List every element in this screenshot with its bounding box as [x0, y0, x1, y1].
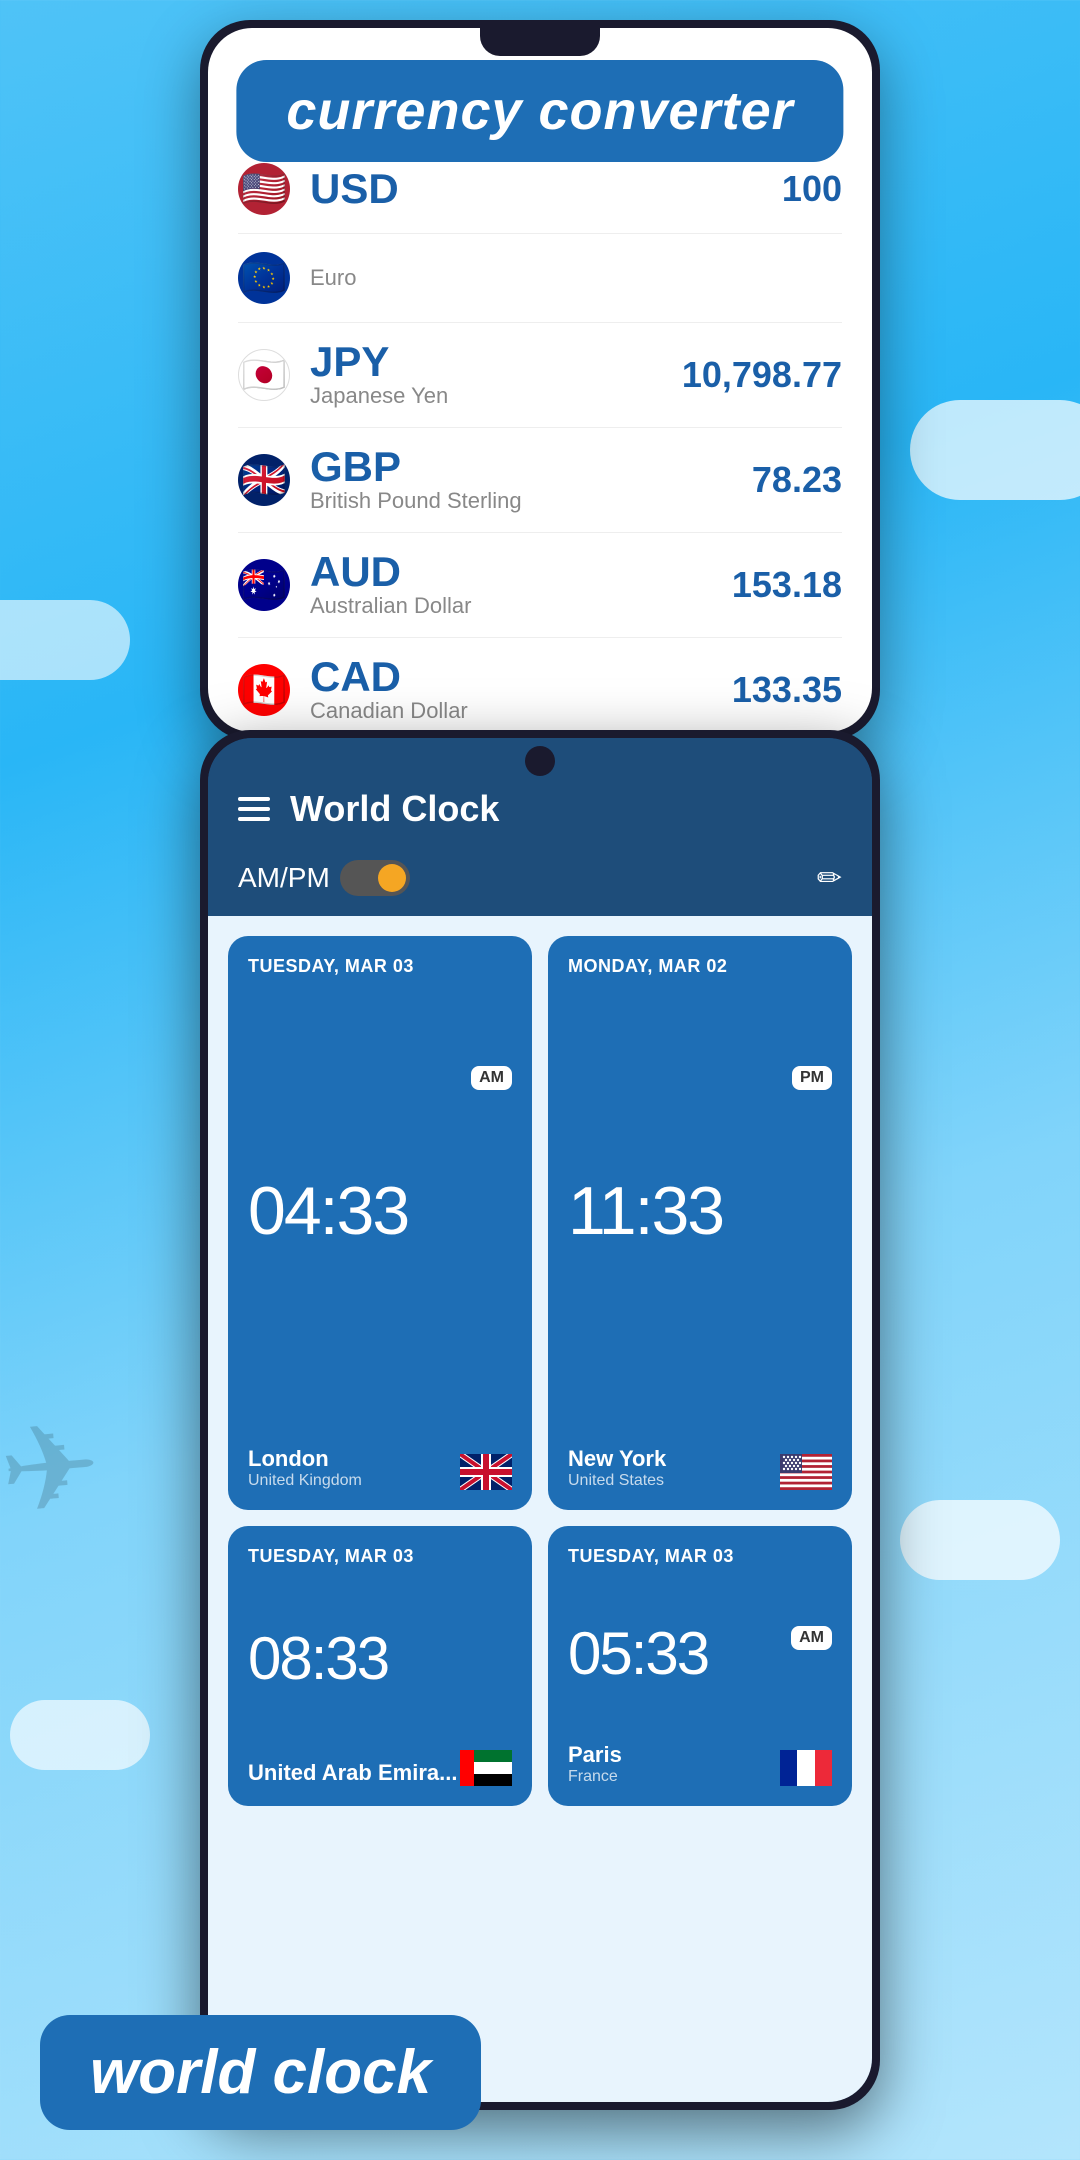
- hamburger-line-3: [238, 817, 270, 821]
- currency-code-aud: AUD: [310, 551, 732, 593]
- paris-ampm: AM: [791, 1626, 832, 1650]
- currency-info-gbp: GBP British Pound Sterling: [310, 446, 752, 514]
- currency-value-jpy: 10,798.77: [682, 354, 842, 396]
- newyork-time: 11:33: [568, 987, 832, 1436]
- world-clock-title: World Clock: [290, 788, 499, 830]
- bg-cloud-1: [910, 400, 1080, 500]
- world-clock-banner-text: world clock: [90, 2038, 431, 2107]
- uae-date: TUESDAY, MAR 03: [248, 1546, 512, 1567]
- world-clock-phone: World Clock AM/PM ✏ TUESDAY, MAR 03 04:3…: [200, 730, 880, 2110]
- currency-row-eur: Euro: [238, 234, 842, 323]
- paris-country: France: [568, 1768, 622, 1786]
- bg-cloud-4: [10, 1700, 150, 1770]
- newyork-location: New York United States: [568, 1446, 666, 1490]
- currency-code-cad: CAD: [310, 656, 732, 698]
- london-footer: London United Kingdom: [248, 1446, 512, 1490]
- currency-code-usd: USD: [310, 168, 782, 210]
- currency-info-jpy: JPY Japanese Yen: [310, 341, 682, 409]
- newyork-footer: New York United States: [568, 1446, 832, 1490]
- currency-row-cad: CAD Canadian Dollar 133.35: [238, 638, 842, 732]
- ampm-label: AM/PM: [238, 862, 330, 894]
- currency-banner-text: currency converter: [286, 81, 793, 141]
- london-location: London United Kingdom: [248, 1446, 362, 1490]
- currency-name-gbp: British Pound Sterling: [310, 488, 752, 514]
- flag-gbp: [238, 454, 290, 506]
- ampm-toggle[interactable]: [340, 860, 410, 896]
- currency-name-eur: Euro: [310, 265, 842, 291]
- london-country: United Kingdom: [248, 1472, 362, 1490]
- edit-icon[interactable]: ✏: [817, 861, 842, 896]
- newyork-date: MONDAY, MAR 02: [568, 956, 832, 977]
- currency-info-eur: Euro: [310, 265, 842, 291]
- uae-city: United Arab Emira...: [248, 1760, 457, 1786]
- currency-converter-banner: currency converter: [236, 60, 843, 162]
- toggle-dot: [378, 864, 406, 892]
- ampm-toggle-bar: AM/PM ✏: [208, 850, 872, 916]
- hamburger-line-2: [238, 807, 270, 811]
- currency-row-aud: AUD Australian Dollar 153.18: [238, 533, 842, 638]
- world-clock-banner: world clock: [40, 2015, 481, 2130]
- clock-card-uae: TUESDAY, MAR 03 08:33 United Arab Emira.…: [228, 1526, 532, 1806]
- airplane-decoration: ✈: [0, 1396, 106, 1543]
- menu-icon[interactable]: [238, 797, 270, 821]
- uk-flag: [460, 1454, 512, 1490]
- flag-eur: [238, 252, 290, 304]
- flag-jpy: [238, 349, 290, 401]
- currency-info-cad: CAD Canadian Dollar: [310, 656, 732, 724]
- currency-code-jpy: JPY: [310, 341, 682, 383]
- clock-grid: TUESDAY, MAR 03 04:33 AM London United K…: [208, 916, 872, 2102]
- currency-value-gbp: 78.23: [752, 459, 842, 501]
- paris-date: TUESDAY, MAR 03: [568, 1546, 832, 1567]
- clock-card-london: TUESDAY, MAR 03 04:33 AM London United K…: [228, 936, 532, 1510]
- london-date: TUESDAY, MAR 03: [248, 956, 512, 977]
- currency-info-aud: AUD Australian Dollar: [310, 551, 732, 619]
- currency-phone-notch: [480, 28, 600, 56]
- currency-value-usd: 100: [782, 168, 842, 210]
- currency-name-cad: Canadian Dollar: [310, 698, 732, 724]
- currency-name-aud: Australian Dollar: [310, 593, 732, 619]
- london-time: 04:33: [248, 987, 512, 1436]
- currency-value-aud: 153.18: [732, 564, 842, 606]
- newyork-ampm: PM: [792, 1066, 832, 1090]
- currency-value-cad: 133.35: [732, 669, 842, 711]
- flag-cad: [238, 664, 290, 716]
- currency-row-gbp: GBP British Pound Sterling 78.23: [238, 428, 842, 533]
- paris-time: 05:33: [568, 1577, 832, 1732]
- paris-footer: Paris France: [568, 1742, 832, 1786]
- fr-flag: [780, 1750, 832, 1786]
- paris-city: Paris: [568, 1742, 622, 1768]
- currency-code-gbp: GBP: [310, 446, 752, 488]
- paris-location: Paris France: [568, 1742, 622, 1786]
- currency-info-usd: USD: [310, 168, 782, 210]
- ae-flag: [460, 1750, 512, 1786]
- clock-card-newyork: MONDAY, MAR 02 11:33 PM New York United …: [548, 936, 852, 1510]
- london-ampm: AM: [471, 1066, 512, 1090]
- uae-footer: United Arab Emira...: [248, 1750, 512, 1786]
- currency-name-jpy: Japanese Yen: [310, 383, 682, 409]
- world-clock-notch: [525, 746, 555, 776]
- uae-time: 08:33: [248, 1577, 512, 1740]
- currency-row-jpy: JPY Japanese Yen 10,798.77: [238, 323, 842, 428]
- bg-cloud-3: [900, 1500, 1060, 1580]
- ampm-toggle-group: AM/PM: [238, 860, 410, 896]
- flag-usd: [238, 163, 290, 215]
- clock-card-paris: TUESDAY, MAR 03 05:33 AM Paris France: [548, 1526, 852, 1806]
- london-city: London: [248, 1446, 362, 1472]
- uae-location: United Arab Emira...: [248, 1760, 457, 1786]
- hamburger-line-1: [238, 797, 270, 801]
- world-clock-screen: World Clock AM/PM ✏ TUESDAY, MAR 03 04:3…: [208, 738, 872, 2102]
- bg-cloud-2: [0, 600, 130, 680]
- newyork-country: United States: [568, 1472, 666, 1490]
- us-flag: [780, 1454, 832, 1490]
- flag-aud: [238, 559, 290, 611]
- newyork-city: New York: [568, 1446, 666, 1472]
